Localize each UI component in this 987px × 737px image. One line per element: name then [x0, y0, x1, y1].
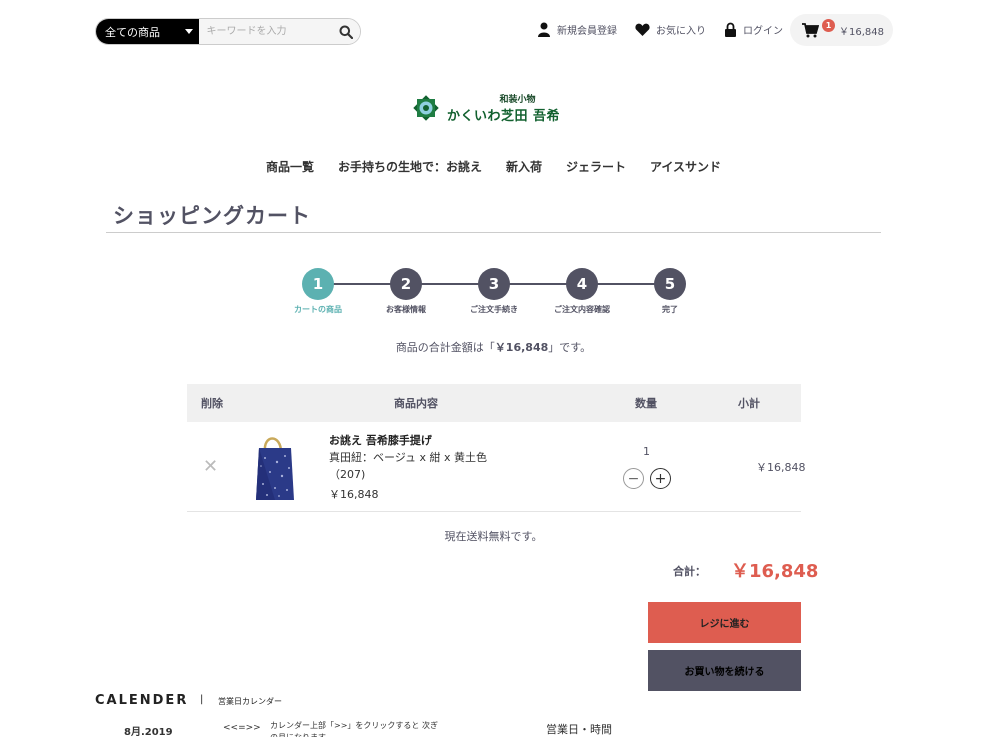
step-5-label: 完了 — [662, 305, 678, 314]
cart-table-header: 削除 商品内容 数量 小計 — [187, 384, 801, 422]
minus-icon: − — [627, 470, 640, 487]
calendar-month: 8月.2019 — [124, 727, 173, 737]
remove-item-button[interactable]: ✕ — [203, 456, 218, 477]
business-hours-heading: 営業日・時間 — [546, 723, 612, 736]
category-select-label: 全ての商品 — [105, 25, 160, 39]
item-subtotal: ￥16,848 — [756, 461, 806, 474]
increase-quantity-button[interactable]: + — [650, 468, 671, 489]
favorites-link[interactable]: お気に入り — [635, 22, 706, 37]
product-name[interactable]: お誂え 吾希膝手提げ — [329, 432, 432, 448]
nav-custom-order[interactable]: お手持ちの生地で：お誂え — [338, 158, 482, 175]
calendar-subheading: 営業日カレンダー — [218, 697, 282, 706]
shipping-notice: 現在送料無料です。 — [444, 530, 543, 543]
row-divider — [187, 511, 801, 512]
nav-gelato[interactable]: ジェラート — [566, 158, 626, 175]
category-select[interactable]: 全ての商品 — [96, 19, 199, 44]
logo-title: かくいわ芝田 吾希 — [447, 109, 561, 124]
product-variant: 真田紐：ベージュ x 紺 x 黄土色（207) — [329, 451, 488, 481]
logo-subtitle: 和装小物 — [499, 95, 536, 105]
step-3-label: ご注文手続き — [470, 305, 518, 314]
nav-products[interactable]: 商品一覧 — [266, 158, 314, 175]
product-price: ￥16,848 — [329, 488, 379, 501]
step-3: 3 — [478, 268, 510, 300]
step-5: 5 — [654, 268, 686, 300]
register-label: 新規会員登録 — [557, 26, 617, 37]
header-subtotal: 小計 — [738, 397, 760, 410]
logo-emblem-icon — [413, 95, 439, 121]
step-4: 4 — [566, 268, 598, 300]
header-delete: 削除 — [201, 397, 223, 410]
header-product: 商品内容 — [394, 397, 438, 410]
calendar-note: カレンダー上部「>>」をクリックすると 次ぎの月になります — [270, 721, 438, 737]
page-title: ショッピングカート — [113, 204, 311, 228]
total-message-amount: ￥16,848 — [494, 341, 549, 354]
caret-down-icon — [184, 29, 193, 34]
total-value: ￥16,848 — [731, 561, 819, 582]
header-quantity: 数量 — [635, 397, 657, 410]
title-divider — [106, 232, 881, 233]
total-message-suffix: 」です。 — [548, 341, 592, 354]
site-logo[interactable]: 和装小物 かくいわ芝田 吾希 — [411, 92, 560, 124]
keyword-input[interactable] — [198, 19, 332, 44]
login-link[interactable]: ログイン — [724, 22, 783, 37]
total-message-prefix: 商品の合計金額は「 — [395, 341, 495, 354]
global-nav: 商品一覧 お手持ちの生地で：お誂え 新入荷 ジェラート アイスサンド — [0, 158, 987, 175]
search-button[interactable] — [331, 19, 360, 44]
step-1-label: カートの商品 — [294, 305, 342, 314]
cart-total-message: 商品の合計金額は「￥16,848」です。 — [0, 339, 987, 355]
checkout-button[interactable]: レジに進む — [648, 602, 801, 643]
login-label: ログイン — [743, 26, 783, 37]
cart-total: ￥16,848 — [839, 26, 884, 38]
cart-button[interactable]: 1 ￥16,848 — [790, 14, 893, 46]
register-link[interactable]: 新規会員登録 — [537, 22, 617, 37]
search-bar: 全ての商品 — [95, 18, 361, 45]
step-2-label: お客様情報 — [386, 305, 426, 314]
search-icon — [339, 25, 353, 39]
lock-icon — [725, 22, 736, 37]
plus-icon: + — [654, 470, 667, 487]
calendar-nav[interactable]: <<=>> — [223, 723, 261, 733]
nav-new-arrivals[interactable]: 新入荷 — [506, 158, 542, 175]
step-1: 1 — [302, 268, 334, 300]
favorites-label: お気に入り — [656, 26, 706, 37]
item-quantity: 1 — [643, 445, 650, 458]
calendar-separator: | — [200, 694, 204, 705]
cart-count-badge: 1 — [822, 19, 835, 32]
heart-icon — [635, 23, 650, 36]
total-label: 合計： — [673, 565, 706, 578]
cart-icon — [802, 22, 819, 37]
product-image[interactable] — [237, 432, 313, 504]
calendar-heading: CALENDER — [95, 693, 189, 708]
step-2: 2 — [390, 268, 422, 300]
step-4-label: ご注文内容確認 — [554, 305, 610, 314]
nav-ice-sandwich[interactable]: アイスサンド — [650, 158, 721, 175]
decrease-quantity-button[interactable]: − — [623, 468, 644, 489]
user-icon — [538, 22, 550, 37]
continue-shopping-button[interactable]: お買い物を続ける — [648, 650, 801, 691]
